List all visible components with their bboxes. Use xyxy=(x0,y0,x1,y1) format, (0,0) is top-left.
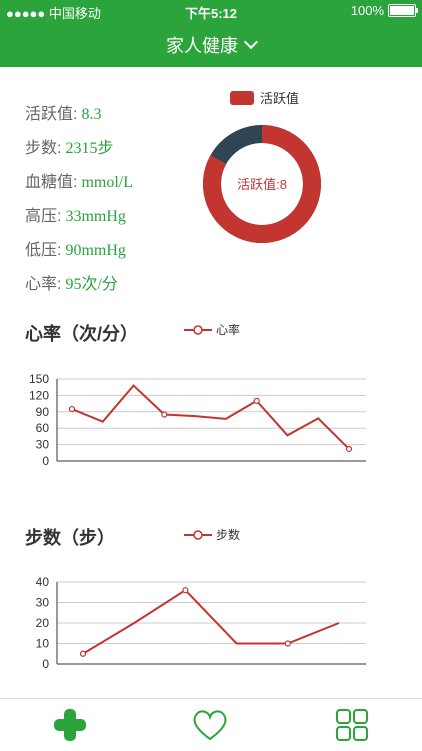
data-point[interactable] xyxy=(253,397,260,404)
stat-blood-sugar: 血糖值: mmol/L xyxy=(25,168,133,192)
tab-more[interactable] xyxy=(332,707,372,743)
data-point[interactable] xyxy=(345,445,353,453)
y-tick-label: 0 xyxy=(42,657,49,671)
stat-label: 步数: xyxy=(25,140,62,157)
y-tick-label: 150 xyxy=(29,372,49,386)
stat-activity: 活跃值: 8.3 xyxy=(25,100,101,124)
donut-center-label: 活跃值:8 xyxy=(237,177,287,192)
stat-low-pressure: 低压: 90mmHg xyxy=(25,236,126,260)
heart-rate-chart: 0 30 60 90 120 150 xyxy=(29,372,366,468)
y-tick-label: 20 xyxy=(36,616,50,630)
y-tick-label: 90 xyxy=(36,405,50,419)
data-point[interactable] xyxy=(161,411,168,418)
heart-title: 心率（次/分） xyxy=(25,324,139,344)
status-right: 100% xyxy=(350,3,418,18)
series-line xyxy=(82,588,340,655)
donut-legend-label: 活跃值 xyxy=(260,91,300,106)
page-title[interactable]: 家人健康 xyxy=(166,32,238,58)
data-point[interactable] xyxy=(284,640,291,647)
y-tick-label: 10 xyxy=(36,637,50,651)
stat-label: 心率: xyxy=(25,276,62,293)
steps-legend[interactable]: 步数 xyxy=(184,526,240,543)
steps-chart: 0 10 20 30 40 xyxy=(36,575,366,671)
battery-percent: 100% xyxy=(350,3,384,18)
stat-value: 33mmHg xyxy=(65,208,126,225)
stat-steps: 步数: 2315步 xyxy=(25,134,113,158)
stat-label: 血糖值: xyxy=(25,174,78,191)
y-tick-label: 60 xyxy=(36,421,50,435)
heart-legend[interactable]: 心率 xyxy=(184,321,240,338)
data-point[interactable] xyxy=(68,405,76,413)
chevron-down-icon[interactable] xyxy=(243,34,259,49)
stat-value: 90mmHg xyxy=(65,242,126,259)
y-tick-label: 120 xyxy=(29,388,49,402)
stat-label: 高压: xyxy=(25,208,62,225)
y-tick-label: 40 xyxy=(36,575,50,589)
stat-value: 2315步 xyxy=(65,140,114,157)
y-tick-label: 30 xyxy=(36,596,50,610)
steps-legend-label: 步数 xyxy=(216,528,241,542)
stat-value: mmol/L xyxy=(81,174,134,191)
legend-line-icon xyxy=(184,529,212,540)
heart-legend-label: 心率 xyxy=(216,323,241,337)
heart-icon[interactable] xyxy=(190,707,230,743)
stat-high-pressure: 高压: 33mmHg xyxy=(25,202,126,226)
stat-value: 95次/分 xyxy=(65,276,118,293)
legend-line-icon xyxy=(184,324,212,335)
tab-bar xyxy=(0,698,422,751)
stat-heart-rate: 心率: 95次/分 xyxy=(25,270,118,294)
tab-health[interactable] xyxy=(190,707,230,743)
plus-icon[interactable] xyxy=(52,707,88,743)
activity-donut: 活跃值:8 xyxy=(203,125,321,243)
battery-icon xyxy=(388,4,418,17)
steps-title: 步数（步） xyxy=(25,528,115,548)
y-tick-label: 0 xyxy=(42,454,49,468)
tab-add[interactable] xyxy=(50,707,90,743)
donut-legend[interactable]: 活跃值 xyxy=(230,88,299,107)
y-tick-label: 30 xyxy=(36,438,50,452)
data-point[interactable] xyxy=(182,587,189,594)
stat-label: 低压: xyxy=(25,242,62,259)
stat-label: 活跃值: xyxy=(25,106,78,123)
legend-swatch xyxy=(230,90,254,105)
stat-value: 8.3 xyxy=(81,106,102,123)
grid-icon[interactable] xyxy=(334,707,370,743)
status-bar: ●●●●● 中国移动 下午5:12 100% xyxy=(0,0,422,22)
header[interactable]: 家人健康 xyxy=(0,22,422,67)
data-point[interactable] xyxy=(79,650,87,657)
